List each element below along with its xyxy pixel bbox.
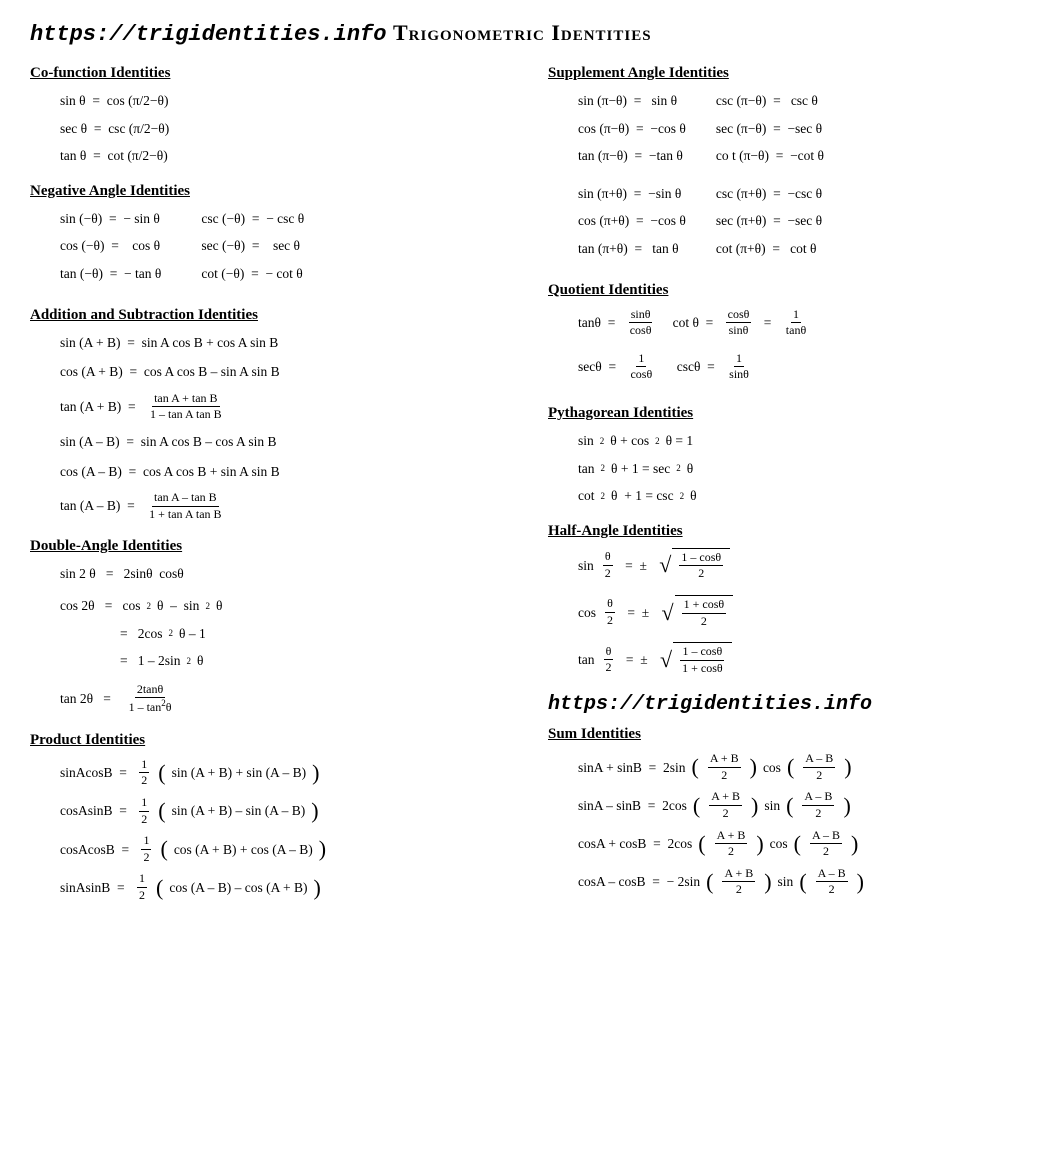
- supplement-section: Supplement Angle Identities sin (π−θ) = …: [548, 65, 1026, 266]
- negative-angle-title: Negative Angle Identities: [30, 183, 508, 200]
- add-sub-section: Addition and Subtraction Identities sin …: [30, 307, 508, 523]
- quotient-formulas: tanθ = sinθ cosθ cot θ = cosθ sinθ =: [578, 307, 1026, 389]
- negative-angle-section: Negative Angle Identities sin (−θ) = − s…: [30, 183, 508, 291]
- product-title: Product Identities: [30, 732, 508, 749]
- double-angle-formulas: sin 2 θ = 2sinθ cosθ cos 2θ = cos2θ – si…: [60, 563, 508, 716]
- half-angle-section: Half-Angle Identities sin θ2 = ± √ 1 – c…: [548, 523, 1026, 678]
- double-angle-title: Double-Angle Identities: [30, 538, 508, 555]
- cofunction-title: Co-function Identities: [30, 65, 508, 82]
- pythagorean-section: Pythagorean Identities sin2 θ + cos2θ = …: [548, 405, 1026, 507]
- add-sub-formulas: sin (A + B) = sin A cos B + cos A sin B …: [60, 332, 508, 523]
- footer-url: https://trigidentities.info: [548, 693, 1026, 716]
- page-header: https://trigidentities.info Trigonometri…: [30, 20, 1026, 47]
- pythagorean-formulas: sin2 θ + cos2θ = 1 tan2 θ + 1 = sec2 θ c…: [578, 430, 1026, 507]
- quotient-title: Quotient Identities: [548, 282, 1026, 299]
- quotient-section: Quotient Identities tanθ = sinθ cosθ cot…: [548, 282, 1026, 389]
- supplement-title: Supplement Angle Identities: [548, 65, 1026, 82]
- sum-title: Sum Identities: [548, 726, 1026, 743]
- product-section: Product Identities sinAcosB = 12 ( sin (…: [30, 732, 508, 904]
- pythagorean-title: Pythagorean Identities: [548, 405, 1026, 422]
- sum-formulas: sinA + sinB = 2sin ( A + B2 ) cos ( A – …: [578, 751, 1026, 898]
- add-sub-title: Addition and Subtraction Identities: [30, 307, 508, 324]
- supplement-formulas: sin (π−θ) = sin θ cos (π−θ) = −cos θ tan…: [578, 90, 1026, 266]
- double-angle-section: Double-Angle Identities sin 2 θ = 2sinθ …: [30, 538, 508, 716]
- negative-angle-formulas: sin (−θ) = − sin θ cos (−θ) = cos θ tan …: [60, 208, 508, 291]
- cofunction-formulas: sin θ = cos (π/2−θ) sec θ = csc (π/2−θ) …: [60, 90, 508, 167]
- header-url: https://trigidentities.info: [30, 22, 386, 47]
- product-formulas: sinAcosB = 12 ( sin (A + B) + sin (A – B…: [60, 757, 508, 904]
- sum-section: Sum Identities sinA + sinB = 2sin ( A + …: [548, 726, 1026, 898]
- half-angle-formulas: sin θ2 = ± √ 1 – cosθ2 cos θ2 = ±: [578, 548, 1026, 678]
- half-angle-title: Half-Angle Identities: [548, 523, 1026, 540]
- cofunction-section: Co-function Identities sin θ = cos (π/2−…: [30, 65, 508, 167]
- header-title: Trigonometric Identities: [386, 20, 651, 46]
